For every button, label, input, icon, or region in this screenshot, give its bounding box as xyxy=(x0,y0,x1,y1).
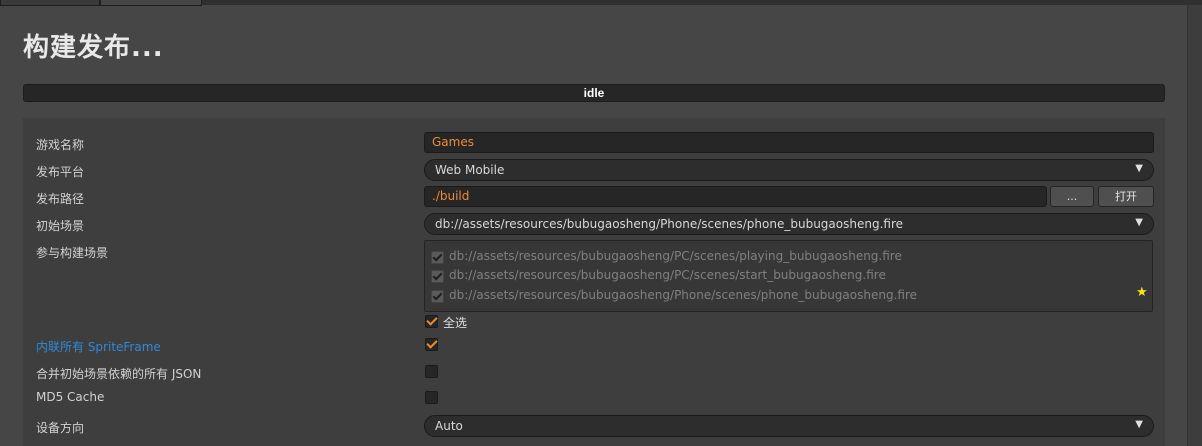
inline-spriteframe-checkbox[interactable] xyxy=(425,338,438,351)
scrollbar[interactable] xyxy=(1187,5,1202,446)
status-text: idle xyxy=(583,86,605,100)
start-scene-label: 初始场景 xyxy=(36,219,85,233)
platform-select-value: Web Mobile xyxy=(435,163,505,177)
md5-cache-label: MD5 Cache xyxy=(36,390,105,404)
select-all-label: 全选 xyxy=(443,316,468,330)
select-all-checkbox[interactable] xyxy=(425,315,438,328)
scene-path: db://assets/resources/bubugaosheng/Phone… xyxy=(449,288,917,302)
md5-cache-checkbox[interactable] xyxy=(425,391,438,404)
scene-checkbox[interactable] xyxy=(431,290,444,303)
orientation-label: 设备方向 xyxy=(36,421,85,435)
build-path-input[interactable]: ./build xyxy=(424,186,1047,207)
inline-spriteframe-label: 内联所有 SpriteFrame xyxy=(36,340,161,354)
orientation-select[interactable]: Auto ▼ xyxy=(424,415,1154,437)
chevron-down-icon: ▼ xyxy=(1135,217,1143,228)
start-scene-select-value: db://assets/resources/bubugaosheng/Phone… xyxy=(435,217,903,231)
orientation-select-value: Auto xyxy=(435,419,463,433)
included-scenes-label: 参与构建场景 xyxy=(36,246,109,260)
open-button[interactable]: 打开 xyxy=(1098,186,1154,207)
scene-checkbox[interactable] xyxy=(431,251,444,264)
scene-path: db://assets/resources/bubugaosheng/PC/sc… xyxy=(449,268,886,282)
game-name-input[interactable]: Games xyxy=(424,132,1154,153)
browse-button[interactable]: ... xyxy=(1050,186,1094,207)
build-path-label: 发布路径 xyxy=(36,192,85,206)
merge-json-label: 合并初始场景依赖的所有 JSON xyxy=(36,367,202,381)
game-name-label: 游戏名称 xyxy=(36,138,85,152)
star-icon: ★ xyxy=(1136,285,1148,300)
chevron-down-icon: ▼ xyxy=(1135,163,1143,174)
status-progress-bar: idle xyxy=(23,84,1165,102)
merge-json-checkbox[interactable] xyxy=(425,365,438,378)
start-scene-select[interactable]: db://assets/resources/bubugaosheng/Phone… xyxy=(424,213,1154,235)
scene-list: db://assets/resources/bubugaosheng/PC/sc… xyxy=(424,240,1153,312)
page-title: 构建发布... xyxy=(23,33,164,63)
platform-select[interactable]: Web Mobile ▼ xyxy=(424,159,1154,181)
scene-checkbox[interactable] xyxy=(431,270,444,283)
platform-label: 发布平台 xyxy=(36,165,85,179)
chevron-down-icon: ▼ xyxy=(1135,419,1143,430)
scene-path: db://assets/resources/bubugaosheng/PC/sc… xyxy=(449,249,902,263)
